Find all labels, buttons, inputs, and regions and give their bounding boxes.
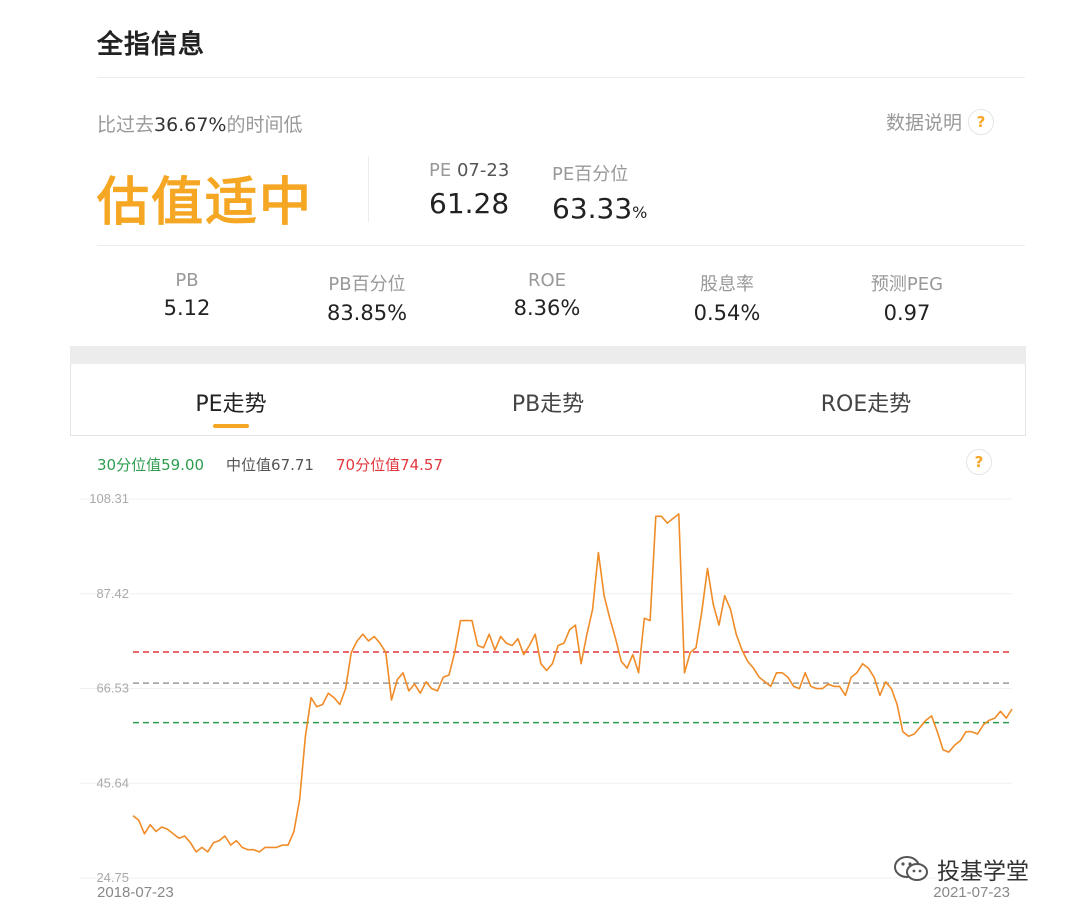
tab-pb-trend[interactable]: PB走势	[448, 386, 648, 418]
compare-value: 36.67%	[154, 114, 227, 136]
data-note-label: 数据说明	[885, 112, 962, 134]
legend-p30: 30分位值59.00	[97, 456, 205, 474]
watermark: 投基学堂	[893, 852, 1029, 886]
active-tab-indicator	[213, 424, 249, 428]
metric-label: 股息率	[700, 274, 754, 295]
metric-label: 预测PEG	[870, 274, 944, 295]
tab-pe-trend[interactable]: PE走势	[131, 386, 331, 418]
metric-forecast-peg: 预测PEG 0.97	[827, 270, 987, 325]
pe-percentile-unit: %	[632, 203, 648, 222]
metric-value: 83.85%	[326, 301, 408, 325]
wechat-icon	[894, 856, 928, 881]
pe-current: PE 07-23 61.28	[429, 160, 509, 220]
metric-roe: ROE 8.36%	[467, 270, 627, 320]
metric-pb-percentile: PB百分位 83.85%	[287, 270, 447, 325]
y-tick-label: 66.53	[96, 681, 129, 696]
valuation-status: 估值适中	[97, 173, 314, 233]
metric-dividend-yield: 股息率 0.54%	[647, 270, 807, 325]
divider	[97, 245, 1025, 246]
pe-percentile-label: PE百分位	[552, 164, 629, 185]
trend-tabs: PE走势 PB走势 ROE走势	[70, 364, 1026, 436]
metric-value: 5.12	[163, 296, 211, 320]
chart-help-icon[interactable]: ?	[966, 449, 992, 475]
pe-percentile-value: 63.33	[552, 192, 633, 225]
help-icon[interactable]: ?	[968, 108, 994, 135]
x-tick-label: 2021-07-23	[933, 884, 1010, 901]
metric-value: 8.36%	[513, 296, 581, 320]
chart-legend: 30分位值59.00 中位值67.71 70分位值74.57	[97, 454, 443, 475]
page-title: 全指信息	[97, 30, 206, 60]
legend-p70: 70分位值74.57	[335, 456, 444, 474]
pe-percentile: PE百分位 63.33%	[552, 160, 647, 225]
metric-value: 0.97	[883, 301, 931, 325]
metric-pb: PB 5.12	[107, 270, 267, 320]
metric-label: ROE	[527, 270, 567, 291]
y-tick-label: 24.75	[96, 870, 129, 885]
y-tick-label: 87.42	[96, 586, 129, 601]
legend-median: 中位值67.71	[226, 456, 314, 474]
tab-roe-trend[interactable]: ROE走势	[766, 386, 966, 418]
pe-label: PE	[429, 160, 452, 181]
metric-value: 0.54%	[693, 301, 761, 325]
divider	[97, 77, 1025, 78]
metric-label: PB百分位	[328, 274, 406, 295]
metric-label: PB	[175, 270, 199, 291]
section-separator	[70, 346, 1026, 364]
percentile-comparison: 比过去36.67%的时间低	[97, 110, 302, 137]
compare-suffix: 的时间低	[226, 114, 303, 136]
data-note-link[interactable]: 数据说明 ?	[886, 108, 994, 135]
compare-prefix: 比过去	[97, 114, 155, 136]
pe-date: 07-23	[456, 160, 510, 181]
pe-value: 61.28	[429, 187, 510, 220]
watermark-text: 投基学堂	[937, 859, 1029, 885]
x-tick-label: 2018-07-23	[97, 884, 174, 901]
pe-trend-chart: 108.31 87.42 66.53 45.64 24.752018-07-23 2021…	[80, 491, 1013, 901]
y-tick-label: 45.64	[96, 775, 129, 790]
vertical-divider	[368, 156, 369, 222]
y-tick-label: 108.31	[89, 491, 129, 506]
